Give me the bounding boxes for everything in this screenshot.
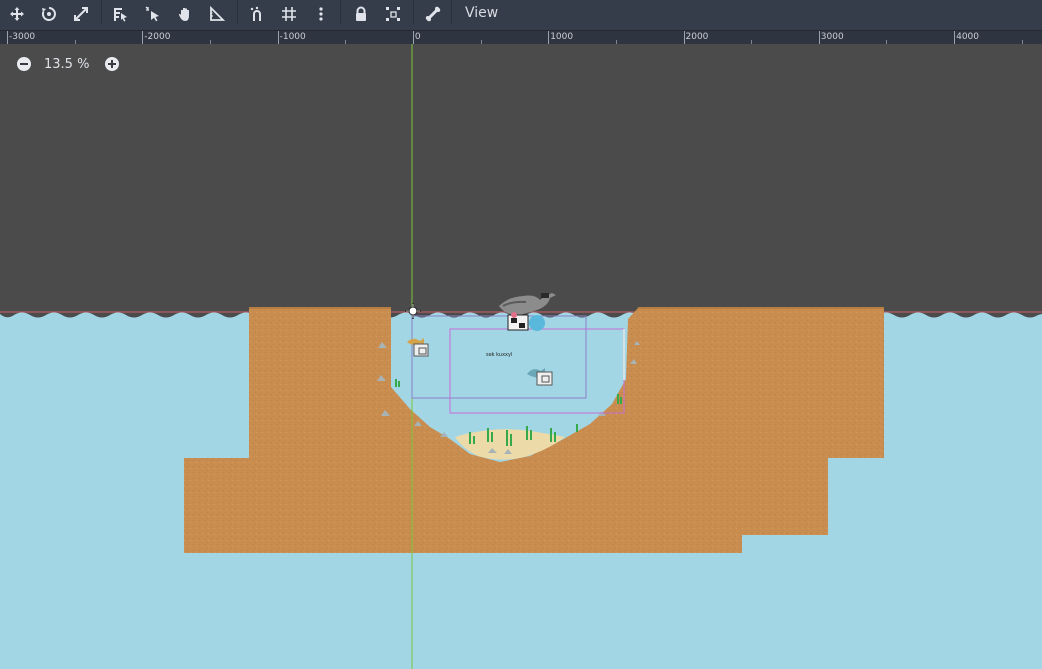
canvas-viewport[interactable]: sek kuxxyl 13.5 % [0,44,1042,669]
plus-circle-icon [105,57,120,71]
rotate-tool-button[interactable] [36,2,62,26]
ruler-label: 4000 [956,32,979,42]
ruler-label: -1000 [279,32,306,42]
minus-circle-icon [17,57,31,71]
pivot-handle[interactable] [405,303,421,319]
zoom-out-button[interactable] [15,55,33,73]
smart-snap-icon [250,6,261,21]
ruler-major-tick [954,31,956,44]
toolbar-separator [451,0,452,24]
horizontal-ruler[interactable]: -3000 -2000 -1000 0 1000 2000 3000 4000 [0,30,1042,44]
scene-canvas: sek kuxxyl [0,44,1042,669]
more-options-icon [319,7,323,21]
lock-button[interactable] [348,2,374,26]
ruler-major-tick [548,31,550,44]
select-tool-button[interactable] [140,2,166,26]
ruler-tool-button[interactable] [204,2,230,26]
ruler-major-tick [7,31,8,44]
ruler-major-tick [818,31,820,44]
ruler-label: 1000 [550,32,574,42]
select-icon [145,6,159,22]
ruler-label: -2000 [144,32,171,42]
list-select-button[interactable] [107,2,133,26]
grid-snap-button[interactable] [276,2,302,26]
ruler-major-tick [142,31,144,44]
ruler-label: -3000 [9,32,36,42]
toolbar: View [0,0,1042,30]
scale-icon [74,7,88,21]
bone-button[interactable] [420,2,446,26]
zoom-control: 13.5 % [15,54,121,74]
toolbar-separator [101,0,102,24]
more-options-button[interactable] [308,2,334,26]
group-icon [386,7,400,21]
toolbar-separator [413,0,414,24]
smart-snap-button[interactable] [244,2,270,26]
ruler-label: 3000 [820,32,844,42]
zoom-level-label[interactable]: 13.5 % [44,57,89,72]
rotate-icon [41,7,56,21]
list-select-icon [114,8,127,22]
ruler-major-tick [412,31,414,44]
toolbar-separator [340,0,341,24]
ruler-icon [210,6,225,21]
ruler-label: 0 [414,32,421,42]
zoom-in-button[interactable] [103,55,121,73]
group-button[interactable] [380,2,406,26]
grid-snap-icon [282,7,296,21]
move-icon [10,7,24,21]
lock-icon [356,6,366,21]
crosshair-icon [405,303,421,319]
toolbar-separator [237,0,238,24]
ruler-major-tick [277,31,279,44]
sign-label: sek kuxxyl [486,352,512,358]
ruler-major-tick [683,31,685,44]
pan-tool-button[interactable] [172,2,198,26]
view-menu[interactable]: View [455,0,508,26]
pan-icon [178,8,189,21]
ruler-label: 2000 [685,32,709,42]
move-tool-button[interactable] [4,2,30,26]
bone-icon [425,6,441,22]
scale-tool-button[interactable] [68,2,94,26]
